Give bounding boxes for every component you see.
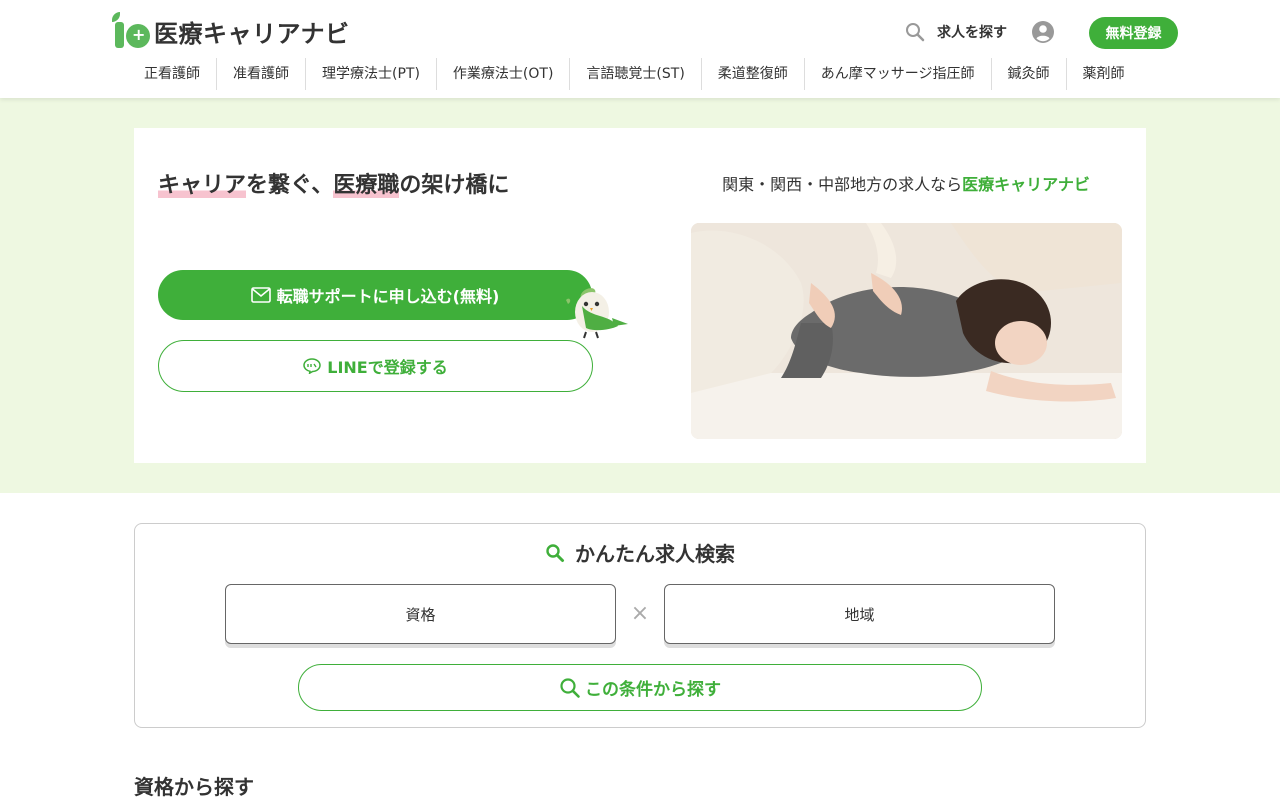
apply-support-button[interactable]: 転職サポートに申し込む(無料) <box>158 270 592 320</box>
nav-item-pharmacist[interactable]: 薬剤師 <box>1067 58 1141 90</box>
account-icon[interactable] <box>1032 21 1054 43</box>
search-icon <box>546 543 564 562</box>
nav-item-massage-therapist[interactable]: あん摩マッサージ指圧師 <box>805 58 992 90</box>
hero-tagline: キャリアを繋ぐ、医療職の架け橋に <box>158 173 510 198</box>
search-submit-button[interactable]: この条件から探す <box>298 664 982 711</box>
search-submit-label: この条件から探す <box>585 680 721 700</box>
header-search-link[interactable]: 求人を探す <box>905 22 1007 42</box>
line-register-label: LINEで登録する <box>327 358 448 377</box>
quick-search-title: かんたん求人検索 <box>575 542 735 566</box>
mail-icon <box>250 287 271 303</box>
nav-item-judo-therapist[interactable]: 柔道整復師 <box>702 58 805 90</box>
qualification-nav: 正看護師 准看護師 理学療法士(PT) 作業療法士(OT) 言語聴覚士(ST) … <box>128 58 1141 90</box>
logo-mark-icon <box>110 12 152 50</box>
section-title-by-qualification: 資格から探す <box>134 775 254 799</box>
line-chat-icon <box>303 358 322 374</box>
hero-massage-photo <box>691 223 1122 439</box>
line-register-button[interactable]: LINEで登録する <box>158 340 593 392</box>
nav-item-occupational-therapist[interactable]: 作業療法士(OT) <box>437 58 571 90</box>
area-select[interactable]: 地域 <box>664 584 1055 644</box>
register-button[interactable]: 無料登録 <box>1089 17 1178 49</box>
nav-item-physical-therapist[interactable]: 理学療法士(PT) <box>306 58 437 90</box>
nav-item-assistant-nurse[interactable]: 准看護師 <box>217 58 306 90</box>
qualification-select[interactable]: 資格 <box>225 584 616 644</box>
site-logo[interactable]: 医療キャリアナビ <box>110 12 350 50</box>
header-search-label: 求人を探す <box>937 25 1007 41</box>
mascot-bird-icon <box>566 288 628 339</box>
hero-subcopy: 関東・関西・中部地方の求人なら医療キャリアナビ <box>722 175 1090 194</box>
search-icon <box>560 677 580 698</box>
times-separator: × <box>630 601 650 626</box>
nav-item-acupuncturist[interactable]: 鍼灸師 <box>992 58 1067 90</box>
apply-support-label: 転職サポートに申し込む(無料) <box>276 287 500 306</box>
quick-search-heading: かんたん求人検索 <box>0 538 1280 567</box>
site-header: 医療キャリアナビ 求人を探す 無料登録 正看護師 准看護師 理学療法士(PT) … <box>0 0 1280 98</box>
nav-item-speech-therapist[interactable]: 言語聴覚士(ST) <box>570 58 702 90</box>
search-icon <box>906 23 925 42</box>
nav-item-registered-nurse[interactable]: 正看護師 <box>128 58 217 90</box>
logo-text: 医療キャリアナビ <box>154 19 350 48</box>
